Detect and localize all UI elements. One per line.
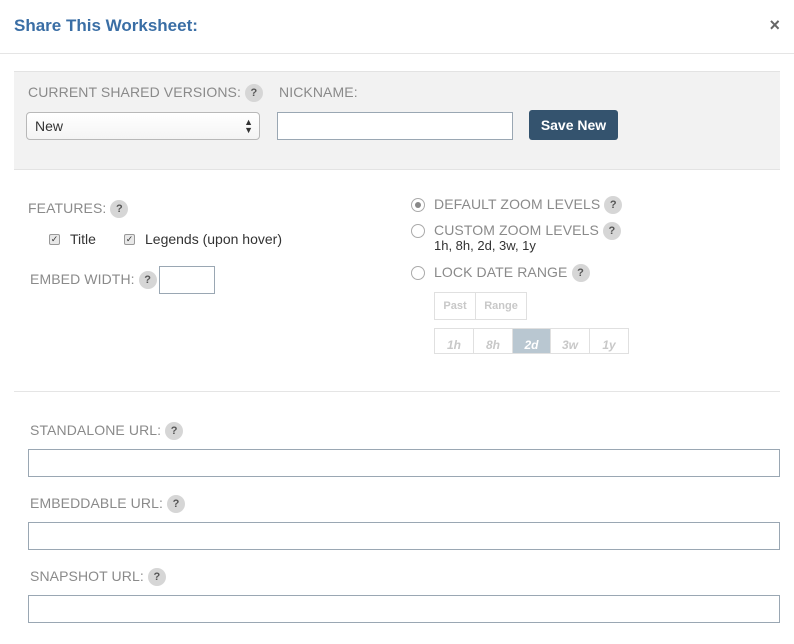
nickname-label: NICKNAME: — [279, 84, 358, 100]
standalone-url-label-text: STANDALONE URL: — [30, 422, 162, 438]
custom-zoom-label-text: CUSTOM ZOOM LEVELS — [434, 222, 599, 238]
embeddable-url-label-text: EMBEDDABLE URL: — [30, 495, 163, 511]
embeddable-url-field[interactable] — [28, 522, 780, 550]
help-icon[interactable]: ? — [165, 422, 184, 441]
title-checkbox-label: Title — [70, 231, 96, 247]
range-1y-button[interactable]: 1y — [589, 328, 629, 354]
section-divider — [14, 391, 780, 392]
help-icon[interactable]: ? — [604, 196, 623, 215]
current-versions-label-text: CURRENT SHARED VERSIONS: — [28, 84, 241, 100]
versions-select[interactable]: New ▲ ▼ — [26, 112, 260, 140]
legends-checkbox-label: Legends (upon hover) — [145, 231, 282, 247]
lock-date-label-text: LOCK DATE RANGE — [434, 264, 568, 280]
tab-range[interactable]: Range — [475, 292, 527, 320]
help-icon[interactable]: ? — [571, 264, 590, 283]
features-label-text: FEATURES: — [28, 200, 107, 216]
range-2d-button[interactable]: 2d — [512, 328, 551, 354]
default-zoom-radio[interactable] — [411, 198, 425, 212]
help-icon[interactable]: ? — [147, 568, 166, 587]
help-icon[interactable]: ? — [602, 222, 621, 241]
help-icon[interactable]: ? — [166, 495, 185, 514]
embeddable-url-label: EMBEDDABLE URL:? — [30, 495, 185, 514]
snapshot-url-field[interactable] — [28, 595, 780, 623]
nickname-input[interactable] — [277, 112, 513, 140]
dialog-title: Share This Worksheet: — [14, 16, 198, 35]
help-icon[interactable]: ? — [138, 271, 157, 290]
standalone-url-label: STANDALONE URL:? — [30, 422, 184, 441]
standalone-url-field[interactable] — [28, 449, 780, 477]
custom-zoom-radio[interactable] — [411, 224, 425, 238]
lock-date-radio[interactable] — [411, 266, 425, 280]
default-zoom-label-text: DEFAULT ZOOM LEVELS — [434, 196, 601, 212]
save-new-button[interactable]: Save New — [529, 110, 618, 140]
embed-width-label-text: EMBED WIDTH: — [30, 271, 135, 287]
lock-date-label: LOCK DATE RANGE? — [434, 264, 590, 283]
features-label: FEATURES:? — [28, 200, 129, 219]
legends-checkbox[interactable]: ✓ — [124, 234, 135, 245]
custom-zoom-values: 1h, 8h, 2d, 3w, 1y — [434, 238, 536, 253]
help-icon[interactable]: ? — [110, 200, 129, 219]
tab-past[interactable]: Past — [434, 292, 476, 320]
select-arrows-icon: ▲ ▼ — [244, 117, 253, 135]
title-checkbox[interactable]: ✓ — [49, 234, 60, 245]
default-zoom-label: DEFAULT ZOOM LEVELS? — [434, 196, 623, 215]
snapshot-url-label: SNAPSHOT URL:? — [30, 568, 166, 587]
snapshot-url-label-text: SNAPSHOT URL: — [30, 568, 144, 584]
dialog-header: Share This Worksheet: × — [0, 0, 794, 54]
help-icon[interactable]: ? — [244, 84, 263, 103]
range-8h-button[interactable]: 8h — [473, 328, 513, 354]
range-1h-button[interactable]: 1h — [434, 328, 474, 354]
embed-width-input[interactable] — [159, 266, 215, 294]
versions-panel: CURRENT SHARED VERSIONS:? NICKNAME: New … — [14, 71, 780, 170]
versions-select-value: New — [35, 118, 64, 134]
close-icon[interactable]: × — [769, 15, 780, 36]
embed-width-label: EMBED WIDTH:? — [30, 271, 157, 290]
current-versions-label: CURRENT SHARED VERSIONS:? — [28, 84, 263, 103]
range-3w-button[interactable]: 3w — [550, 328, 590, 354]
